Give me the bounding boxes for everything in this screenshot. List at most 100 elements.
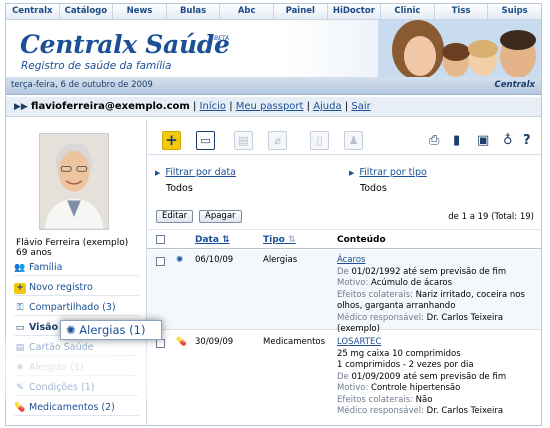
callout-label: Alergias (1)	[79, 323, 146, 337]
sidebar-item-cartao-saude[interactable]: ▤ Cartão Saúde	[14, 339, 139, 356]
double-arrow-icon: ▶▶	[14, 102, 28, 112]
column-type[interactable]: Tipo ⇅	[263, 235, 296, 245]
row-checkbox[interactable]	[156, 339, 165, 348]
field-label: Médico responsável:	[337, 406, 424, 416]
record-line: De 01/02/1992 até sem previsão de fim	[337, 266, 507, 277]
sidebar-item-label: Cartão Saúde	[29, 342, 94, 353]
date-bar: terça-feira, 6 de outubro de 2009 Centra…	[6, 77, 541, 95]
sidebar-item-label: Família	[29, 262, 63, 273]
record-line: Médico responsável: Dr. Carlos Teixeira	[337, 406, 504, 416]
nav-hidoctor[interactable]: HiDoctor	[327, 4, 382, 19]
record-line: 1 comprimidos - 2 vezes por dia	[337, 360, 474, 370]
sidebar-item-compartilhado[interactable]: ⚿ Compartilhado (3)	[14, 299, 139, 316]
folder-icon: ▭	[15, 323, 25, 333]
user-email: flavioferreira@exemplo.com	[31, 101, 190, 112]
sidebar-item-alergias[interactable]: ✺ Alergias (1)	[14, 359, 139, 376]
sidebar-item-condicoes[interactable]: ✎ Condições (1)	[14, 379, 139, 396]
link-meu-passport[interactable]: Meu passport	[236, 101, 304, 112]
action-bar: Editar Apagar de 1 a 19 (Total: 19)	[147, 207, 541, 225]
sort-icon: ⇅	[222, 235, 230, 245]
sidebar-item-label: Medicamentos (2)	[29, 402, 115, 413]
tv-icon[interactable]: ▣	[477, 133, 489, 149]
nav-suips[interactable]: Suips	[488, 4, 541, 19]
main-content: + ▭ ▤ ⌀ ▯ ♟ ⎙ ▮ ▣ ♁ ? ▶ Filtrar por data …	[146, 119, 541, 425]
document-button[interactable]: ▯	[310, 131, 329, 150]
row-date: 06/10/09	[195, 255, 234, 265]
filter-date-link[interactable]: ▶ Filtrar por data	[155, 167, 236, 178]
edit-button[interactable]: Editar	[156, 210, 194, 223]
sidebar-item-medicamentos[interactable]: 💊 Medicamentos (2)	[14, 399, 139, 416]
brand-label: Centralx	[494, 80, 535, 90]
filter-date-value: Todos	[166, 183, 193, 194]
magnified-callout[interactable]: ✺ Alergias (1)	[60, 320, 162, 340]
profile-name: Flávio Ferreira (exemplo)	[16, 238, 129, 248]
printer-icon[interactable]: ⎙	[429, 133, 439, 149]
record-title-link[interactable]: LOSARTEC	[337, 337, 537, 349]
app-window: Centralx Catálogo News Bulas Abc Painel …	[5, 3, 542, 426]
top-nav: Centralx Catálogo News Bulas Abc Painel …	[6, 4, 541, 19]
column-date[interactable]: Data ⇅	[195, 235, 230, 245]
row-date: 30/09/09	[195, 337, 234, 347]
record-line: Motivo: Acúmulo de ácaros	[337, 278, 453, 288]
filter-type-link[interactable]: ▶ Filtrar por tipo	[349, 167, 427, 178]
filter-date-label: Filtrar por data	[165, 167, 236, 178]
nav-painel[interactable]: Painel	[273, 4, 328, 19]
user-bar: ▶▶ flavioferreira@exemplo.com | Início |…	[6, 97, 541, 117]
allergy-icon: ✺	[176, 255, 184, 265]
sidebar-item-label: Compartilhado (3)	[29, 302, 116, 313]
column-type-label: Tipo	[263, 235, 285, 245]
field-label: Motivo:	[337, 383, 369, 393]
record-line: 25 mg caixa 10 comprimidos	[337, 348, 461, 359]
table-header: Data ⇅ Tipo ⇅ Conteúdo	[147, 229, 541, 249]
sidebar-item-label: Novo registro	[29, 282, 93, 293]
filters: ▶ Filtrar por data Todos ▶ Filtrar por tip…	[147, 159, 541, 199]
field-label: Efeitos colaterais:	[337, 289, 413, 300]
row-checkbox[interactable]	[156, 257, 165, 266]
select-all-checkbox[interactable]	[156, 235, 165, 244]
table-row[interactable]: ✺ 06/10/09 Alergias Ácaros De 01/02/1992…	[147, 250, 541, 334]
nav-bulas[interactable]: Bulas	[166, 4, 221, 19]
row-content: LOSARTEC 25 mg caixa 10 comprimidos 1 co…	[337, 337, 537, 418]
help-icon[interactable]: ?	[523, 133, 531, 149]
delete-button[interactable]: Apagar	[199, 210, 242, 223]
sidebar-item-familia[interactable]: 👥 Família	[14, 259, 139, 276]
lightbulb-icon[interactable]: ♁	[503, 133, 513, 149]
nav-centralx[interactable]: Centralx	[6, 4, 60, 19]
current-date: terça-feira, 6 de outubro de 2009	[11, 80, 153, 90]
row-content: Ácaros De 01/02/1992 até sem previsão de…	[337, 255, 537, 336]
condition-button[interactable]: ♟	[344, 131, 363, 150]
pill-icon: 💊	[176, 337, 187, 347]
filter-type-value: Todos	[360, 183, 387, 194]
row-type: Alergias	[263, 255, 298, 265]
filter-type-label: Filtrar por tipo	[359, 167, 427, 178]
attachment-button[interactable]: ⌀	[268, 131, 287, 150]
avatar	[39, 133, 109, 230]
link-sair[interactable]: Sair	[351, 101, 370, 112]
pill-icon: 💊	[14, 403, 26, 413]
toolbar: + ▭ ▤ ⌀ ▯ ♟ ⎙ ▮ ▣ ♁ ?	[147, 119, 541, 155]
add-record-button[interactable]: +	[162, 131, 181, 150]
column-date-label: Data	[195, 235, 219, 245]
record-title-link[interactable]: Ácaros	[337, 255, 537, 267]
link-inicio[interactable]: Início	[200, 101, 226, 112]
column-content: Conteúdo	[337, 235, 386, 245]
nav-abc[interactable]: Abc	[220, 4, 274, 19]
table-row[interactable]: 💊 30/09/09 Medicamentos LOSARTEC 25 mg c…	[147, 332, 541, 425]
nav-clinic[interactable]: Clinic	[381, 4, 435, 19]
nav-tiss[interactable]: Tiss	[434, 4, 489, 19]
family-icon: 👥	[14, 263, 26, 273]
overview-button[interactable]: ▭	[196, 131, 215, 150]
health-card-button[interactable]: ▤	[234, 131, 253, 150]
sort-icon: ⇅	[288, 235, 296, 245]
nav-catalogo[interactable]: Catálogo	[59, 4, 114, 19]
mobile-icon[interactable]: ▮	[453, 133, 460, 149]
sidebar-item-novo-registro[interactable]: + Novo registro	[14, 279, 139, 296]
allergy-icon: ✺	[16, 363, 24, 373]
link-ajuda[interactable]: Ajuda	[313, 101, 341, 112]
triangle-right-icon: ▶	[155, 169, 161, 177]
field-label: De	[337, 371, 349, 382]
field-label: Médico responsável:	[337, 312, 424, 323]
record-line: Efeitos colaterais: Não	[337, 394, 433, 405]
pagination-info: de 1 a 19 (Total: 19)	[448, 212, 534, 222]
nav-news[interactable]: News	[113, 4, 167, 19]
